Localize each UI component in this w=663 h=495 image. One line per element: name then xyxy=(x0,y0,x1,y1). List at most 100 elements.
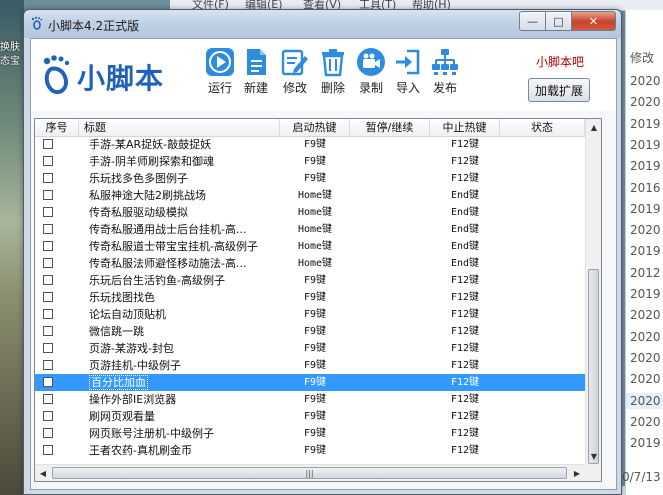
row-checkbox[interactable] xyxy=(43,156,53,166)
row-checkbox[interactable] xyxy=(43,173,53,183)
row-checkbox[interactable] xyxy=(43,411,53,421)
table-row[interactable]: 传奇私服通用战士后台挂机-高... Home键 End键 xyxy=(35,221,585,238)
row-title-text: 手游-某AR捉妖-敲鼓捉妖 xyxy=(89,138,212,151)
row-checkbox[interactable] xyxy=(43,275,53,285)
background-date-cell: 2019 xyxy=(630,137,661,152)
row-start-hotkey: F9键 xyxy=(303,309,327,320)
scroll-down-icon[interactable]: ▼ xyxy=(586,448,601,464)
delete-button[interactable]: 删除 xyxy=(315,47,351,96)
background-date-cell: 2020 xyxy=(630,95,661,110)
table-row[interactable]: 私服神途大陆2刷挑战场 Home键 End键 xyxy=(35,187,585,204)
row-stop-hotkey: F12键 xyxy=(450,275,480,286)
table-row[interactable]: 乐玩找图找色 F9键 F12键 xyxy=(35,289,585,306)
row-status xyxy=(500,443,585,459)
row-checkbox[interactable] xyxy=(43,394,53,404)
row-checkbox[interactable] xyxy=(43,207,53,217)
client-area: 小脚本 运行 新建 修改 删除 录制 导入 发布 小脚本吧 加载扩展 序号 标题… xyxy=(30,38,617,490)
row-checkbox[interactable] xyxy=(43,241,53,251)
table-row[interactable]: 传奇私服道士带宝宝挂机-高级例子 Home键 End键 xyxy=(35,238,585,255)
horizontal-scroll-thumb[interactable]: ||| xyxy=(52,467,567,479)
row-title: 操作外部IE浏览器 xyxy=(89,392,279,408)
row-checkbox[interactable] xyxy=(43,309,53,319)
column-header-index[interactable]: 序号 xyxy=(35,119,79,136)
row-stop-hotkey: End键 xyxy=(450,258,480,269)
table-row[interactable]: 页游挂机-中级例子 F9键 F12键 xyxy=(35,357,585,374)
import-button[interactable]: 导入 xyxy=(390,47,426,96)
background-date-cell: 2012 xyxy=(630,265,661,280)
background-file-list: 修改 2020 2020 2019 2019 2019 2016 2019 2020 2019 2… xyxy=(622,10,663,495)
background-date-cell: 2020 xyxy=(630,414,661,429)
table-row[interactable]: 传奇私服驱动级模拟 Home键 End键 xyxy=(35,204,585,221)
scroll-up-icon[interactable]: ▲ xyxy=(586,119,601,135)
table-row[interactable]: 页游-某游戏-封包 F9键 F12键 xyxy=(35,340,585,357)
new-button[interactable]: 新建 xyxy=(238,47,274,96)
table-row[interactable]: 乐玩找多色多图例子 F9键 F12键 xyxy=(35,170,585,187)
column-header-title[interactable]: 标题 xyxy=(79,119,280,136)
row-checkbox[interactable] xyxy=(43,224,53,234)
column-header-stop-hotkey[interactable]: 中止热键 xyxy=(430,119,500,136)
row-title-text: 乐玩找多色多图例子 xyxy=(89,172,188,185)
row-checkbox[interactable] xyxy=(43,360,53,370)
table-row[interactable]: 乐玩后台生活钓鱼-高级例子 F9键 F12键 xyxy=(35,272,585,289)
row-start-hotkey: F9键 xyxy=(303,360,327,371)
row-checkbox[interactable] xyxy=(43,343,53,353)
table-row[interactable]: 论坛自动顶贴机 F9键 F12键 xyxy=(35,306,585,323)
row-checkbox[interactable] xyxy=(43,428,53,438)
publish-label: 发布 xyxy=(432,81,457,95)
table-row[interactable]: 刷网页观看量 F9键 F12键 xyxy=(35,408,585,425)
footprint-icon xyxy=(31,16,43,30)
close-button[interactable]: ✕ xyxy=(572,11,616,31)
row-checkbox[interactable] xyxy=(43,326,53,336)
table-row[interactable]: 传奇私服法师避怪移动施法-高... Home键 End键 xyxy=(35,255,585,272)
table-row[interactable]: 手游-阴羊师刷探索和御魂 F9键 F12键 xyxy=(35,153,585,170)
script-list[interactable]: 序号 标题 启动热键 暂停/继续 中止热键 状态 手游-某AR捉妖-敲鼓捉妖 F9… xyxy=(34,118,602,482)
row-pause-hotkey xyxy=(350,443,430,459)
row-status xyxy=(500,426,585,442)
row-title: 网页账号注册机-中级例子 xyxy=(89,426,279,442)
column-header-start-hotkey[interactable]: 启动热键 xyxy=(280,119,350,136)
row-title: 刷网页观看量 xyxy=(89,409,279,425)
background-date-cell: 0/7/13 1 xyxy=(622,470,663,484)
minimize-button[interactable]: — xyxy=(519,11,546,31)
row-status xyxy=(500,307,585,323)
site-link[interactable]: 小脚本吧 xyxy=(536,53,584,70)
row-title-text: 论坛自动顶贴机 xyxy=(89,308,166,321)
publish-button[interactable]: 发布 xyxy=(427,47,463,96)
row-status xyxy=(500,188,585,204)
row-stop-hotkey: F12键 xyxy=(450,309,480,320)
row-checkbox[interactable] xyxy=(43,377,53,387)
background-date-cell: 2019 xyxy=(630,436,661,451)
row-checkbox[interactable] xyxy=(43,292,53,302)
scroll-left-icon[interactable]: ◀ xyxy=(35,465,51,481)
row-title-text: 手游-阴羊师刷探索和御魂 xyxy=(89,155,214,168)
table-row[interactable]: 网页账号注册机-中级例子 F9键 F12键 xyxy=(35,425,585,442)
row-title: 乐玩后台生活钓鱼-高级例子 xyxy=(89,273,279,289)
row-checkbox[interactable] xyxy=(43,190,53,200)
table-row[interactable]: 王者农药-真机刷金币 F9键 F12键 xyxy=(35,442,585,459)
window-title: 小脚本4.2正式版 xyxy=(48,19,140,33)
run-button[interactable]: 运行 xyxy=(202,47,238,96)
row-checkbox[interactable] xyxy=(43,258,53,268)
vertical-scroll-thumb[interactable] xyxy=(588,269,599,464)
table-row[interactable]: 微信跳一跳 F9键 F12键 xyxy=(35,323,585,340)
record-button[interactable]: 录制 xyxy=(353,47,389,96)
table-row[interactable]: 手游-某AR捉妖-敲鼓捉妖 F9键 F12键 xyxy=(35,136,585,153)
load-extension-button[interactable]: 加载扩展 xyxy=(528,78,590,102)
scroll-right-icon[interactable]: ▶ xyxy=(569,465,585,481)
row-title: 百分比加血 xyxy=(89,375,279,391)
row-title-text: 私服神途大陆2刷挑战场 xyxy=(89,189,206,202)
column-header-status[interactable]: 状态 xyxy=(500,119,585,136)
title-bar[interactable]: 小脚本4.2正式版 — □ ✕ xyxy=(24,10,621,38)
row-title: 乐玩找多色多图例子 xyxy=(89,171,279,187)
row-checkbox[interactable] xyxy=(43,139,53,149)
publish-icon xyxy=(432,49,458,75)
row-checkbox[interactable] xyxy=(43,445,53,455)
maximize-button[interactable]: □ xyxy=(546,11,572,31)
horizontal-scrollbar[interactable]: ◀ ||| ▶ xyxy=(35,464,585,481)
row-pause-hotkey xyxy=(350,358,430,374)
table-row[interactable]: 百分比加血 F9键 F12键 xyxy=(35,374,585,391)
edit-button[interactable]: 修改 xyxy=(277,47,313,96)
vertical-scrollbar[interactable]: ▲ ▼ xyxy=(585,119,601,464)
column-header-pause[interactable]: 暂停/继续 xyxy=(350,119,430,136)
table-row[interactable]: 操作外部IE浏览器 F9键 F12键 xyxy=(35,391,585,408)
